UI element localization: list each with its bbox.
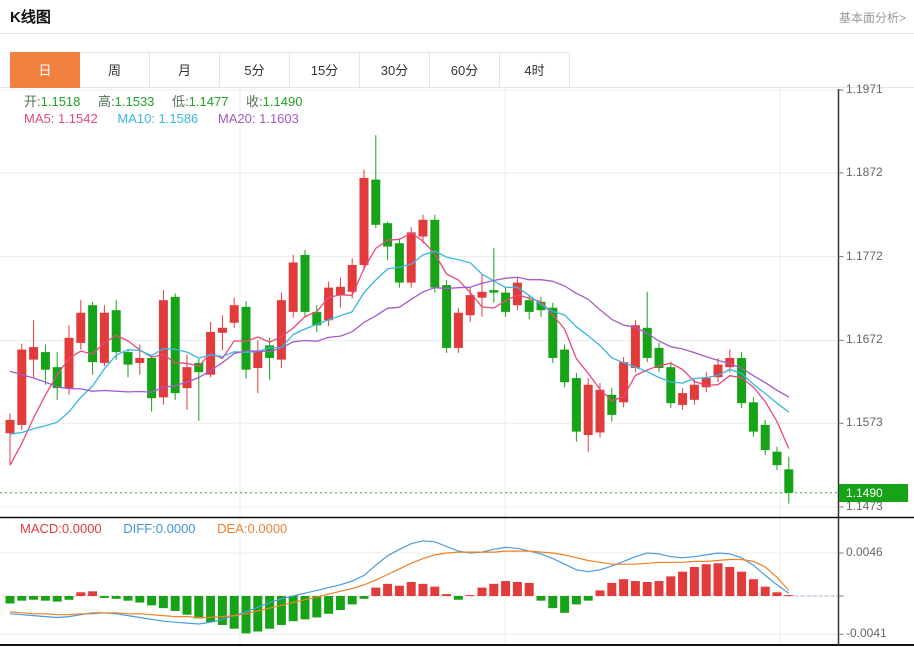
kline-macd-chart[interactable]	[0, 0, 914, 647]
tab-15分[interactable]: 15分	[290, 52, 360, 88]
tab-4时[interactable]: 4时	[500, 52, 570, 88]
tab-60分[interactable]: 60分	[430, 52, 500, 88]
tab-5分[interactable]: 5分	[220, 52, 290, 88]
period-tabbar: 日周月5分15分30分60分4时	[10, 52, 570, 88]
tab-月[interactable]: 月	[150, 52, 220, 88]
tab-日[interactable]: 日	[10, 52, 80, 88]
tab-30分[interactable]: 30分	[360, 52, 430, 88]
tab-周[interactable]: 周	[80, 52, 150, 88]
fundamental-analysis-link[interactable]: 基本面分析>	[839, 9, 906, 26]
